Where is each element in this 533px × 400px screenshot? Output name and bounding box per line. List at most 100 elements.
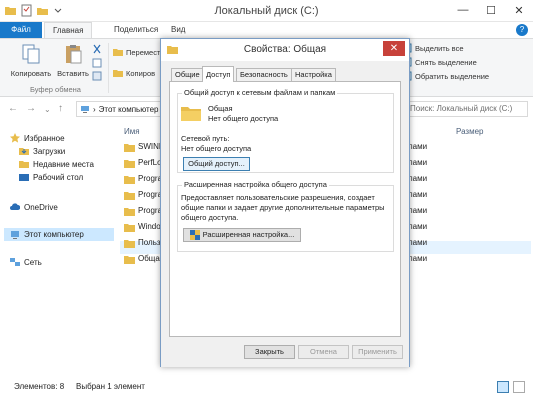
tab-security[interactable]: Безопасность: [236, 68, 292, 81]
tab-home[interactable]: Главная: [44, 22, 93, 38]
tab-sharing[interactable]: Доступ: [202, 66, 235, 82]
back-arrow-icon[interactable]: ←: [8, 103, 18, 114]
select-all-button[interactable]: Выделить все: [402, 43, 464, 53]
ribbon-separator: [108, 43, 109, 93]
network-icon: [10, 258, 20, 266]
list-item[interactable]: Progra: [124, 204, 164, 217]
nav-downloads[interactable]: Загрузки: [19, 146, 65, 156]
nav-onedrive[interactable]: OneDrive: [10, 202, 58, 212]
status-bar: Элементов: 8 Выбран 1 элемент: [0, 378, 533, 400]
invert-selection-label: Обратить выделение: [415, 71, 490, 81]
help-button[interactable]: ?: [516, 24, 528, 36]
list-item[interactable]: Progra: [124, 172, 164, 185]
share-state: Нет общего доступа: [208, 114, 279, 123]
paste-button[interactable]: Вставить: [56, 43, 90, 78]
paste-shortcut-icon[interactable]: [92, 71, 102, 81]
nav-favorites-label: Избранное: [24, 133, 65, 143]
invert-selection-button[interactable]: Обратить выделение: [402, 71, 489, 81]
network-sharing-group: Общий доступ к сетевым файлам и папкам О…: [177, 88, 394, 173]
file-type: лами: [408, 238, 428, 247]
advanced-sharing-group-label: Расширенная настройка общего доступа: [182, 180, 329, 189]
dialog-body: Общие Доступ Безопасность Настройка Общи…: [161, 61, 409, 367]
desktop-icon: [19, 174, 29, 181]
select-none-label: Снять выделение: [415, 57, 477, 67]
advanced-desc-line-2: общие папки и задает другие дополнительн…: [181, 203, 385, 212]
tab-general[interactable]: Общие: [171, 68, 204, 81]
copy-icon: [22, 44, 40, 64]
nav-favorites[interactable]: Избранное: [10, 133, 65, 143]
select-none-button[interactable]: Снять выделение: [402, 57, 477, 67]
list-item[interactable]: Польз: [124, 236, 164, 249]
file-name: Windo: [138, 222, 161, 231]
file-type: лами: [408, 222, 428, 231]
paste-label: Вставить: [57, 69, 89, 78]
file-type: лами: [408, 158, 428, 167]
list-item[interactable]: Progra: [124, 188, 164, 201]
uac-shield-icon: [189, 230, 200, 240]
copy-to-button[interactable]: Копиров: [113, 68, 155, 78]
dialog-close-button[interactable]: ✕: [383, 41, 405, 56]
file-name: PerfLo: [138, 158, 162, 167]
large-icons-view-button[interactable]: [513, 381, 525, 393]
nav-onedrive-label: OneDrive: [24, 202, 58, 212]
column-header-name[interactable]: Имя: [124, 127, 140, 136]
nav-desktop[interactable]: Рабочий стол: [19, 172, 83, 182]
advanced-desc-line-3: общего доступа.: [181, 213, 239, 222]
list-item[interactable]: PerfLo: [124, 156, 164, 169]
nav-this-pc[interactable]: Этот компьютер: [4, 228, 114, 241]
list-item[interactable]: Обща: [124, 252, 164, 265]
close-button[interactable]: ✕: [505, 0, 533, 20]
breadcrumb-this-pc[interactable]: Этот компьютер: [99, 105, 159, 114]
shared-folder-icon: [181, 107, 201, 121]
close-dialog-button[interactable]: Закрыть: [244, 345, 295, 359]
nav-desktop-label: Рабочий стол: [33, 172, 84, 182]
nav-recent-label: Недавние места: [33, 159, 94, 169]
folder-icon: [124, 143, 135, 152]
up-arrow-icon[interactable]: ↑: [58, 103, 63, 114]
file-name: Progra: [138, 206, 163, 215]
move-folder-icon: [113, 49, 123, 56]
cut-icon[interactable]: [92, 44, 102, 54]
folder-icon: [124, 159, 135, 168]
advanced-sharing-group: Расширенная настройка общего доступа Пре…: [177, 180, 394, 252]
breadcrumb-separator-icon: ›: [93, 104, 96, 114]
select-all-label: Выделить все: [415, 43, 464, 53]
file-type: лами: [408, 190, 428, 199]
copy-folder-icon: [113, 70, 123, 77]
tab-share[interactable]: Поделиться: [106, 22, 166, 38]
copy-to-label: Копиров: [126, 68, 156, 78]
nav-recent[interactable]: Недавние места: [19, 159, 94, 169]
column-header-size[interactable]: Размер: [456, 127, 484, 136]
navigation-pane: Избранное Загрузки Недавние места Рабочи…: [0, 120, 118, 378]
cloud-icon: [10, 203, 20, 210]
nav-network[interactable]: Сеть: [10, 257, 42, 267]
tab-customize[interactable]: Настройка: [291, 68, 336, 81]
share-button[interactable]: Общий доступ...: [183, 157, 250, 171]
title-bar: Локальный диск (C:) — ☐ ✕: [0, 0, 533, 22]
forward-arrow-icon[interactable]: →: [26, 103, 36, 114]
network-sharing-group-label: Общий доступ к сетевым файлам и папкам: [182, 88, 338, 97]
details-view-button[interactable]: [497, 381, 509, 393]
list-item[interactable]: SWIND: [124, 140, 164, 153]
apply-button[interactable]: Применить: [352, 345, 403, 359]
paste-icon: [66, 45, 82, 64]
sharing-panel: Общий доступ к сетевым файлам и папкам О…: [169, 81, 401, 337]
status-selection: Выбран 1 элемент: [76, 382, 145, 391]
move-to-label: Перемест: [126, 47, 161, 57]
ribbon-tabs: Файл Главная Поделиться Вид ?: [0, 22, 533, 38]
tab-view[interactable]: Вид: [163, 22, 193, 38]
copy-path-icon[interactable]: [92, 58, 102, 68]
tab-file[interactable]: Файл: [0, 22, 42, 38]
search-input[interactable]: Поиск: Локальный диск (C:): [404, 101, 528, 117]
history-chevron-icon[interactable]: ⌄: [44, 105, 51, 114]
cancel-button[interactable]: Отмена: [298, 345, 349, 359]
clipboard-group-label: Буфер обмена: [30, 85, 81, 94]
maximize-button[interactable]: ☐: [477, 0, 505, 20]
file-name: Progra: [138, 190, 163, 199]
downloads-icon: [19, 148, 29, 155]
advanced-sharing-button[interactable]: Расширенная настройка...: [183, 228, 301, 242]
copy-button[interactable]: Копировать: [8, 43, 54, 78]
list-item[interactable]: Windo: [124, 220, 164, 233]
minimize-button[interactable]: —: [449, 0, 477, 20]
move-to-button[interactable]: Перемест: [113, 47, 160, 57]
